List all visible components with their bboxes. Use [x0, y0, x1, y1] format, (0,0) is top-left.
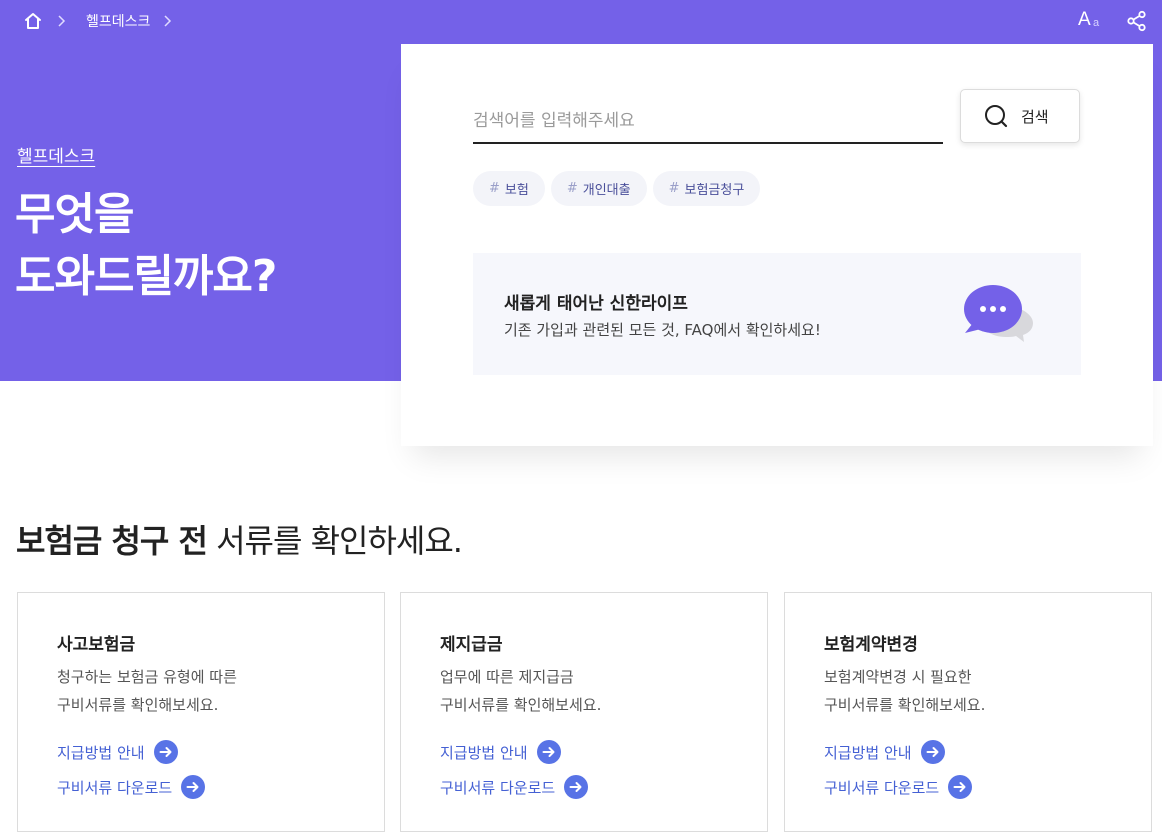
notice-description: 기존 가입과 관련된 모든 것, FAQ에서 확인하세요! [504, 321, 821, 339]
hashtag-symbol: # [668, 181, 680, 196]
page-title-line1: 무엇을 [15, 189, 134, 240]
breadcrumb[interactable]: 헬프데스크 [86, 11, 150, 31]
chevron-right-icon [58, 15, 66, 27]
payment-guide-link[interactable]: 지급방법 안내 [824, 740, 945, 764]
hashtag-item[interactable]: # 보험 [473, 171, 545, 206]
font-size-label-small: a [1093, 17, 1100, 29]
link-label: 구비서류 다운로드 [824, 778, 940, 797]
card-description-line: 구비서류를 확인해보세요. [824, 696, 986, 714]
card-title: 보험계약변경 [824, 635, 918, 655]
arrow-right-circle-icon [948, 775, 973, 799]
hero-label: 헬프데스크 [17, 147, 96, 167]
arrow-right-circle-icon [181, 775, 206, 799]
font-size-label-big: A [1078, 9, 1091, 30]
section-title-rest: 서류를 확인하세요. [206, 522, 463, 560]
link-label: 구비서류 다운로드 [57, 778, 173, 797]
section-title-bold: 보험금 청구 전 [16, 522, 208, 560]
link-label: 지급방법 안내 [824, 743, 912, 762]
search-button-label: 검색 [1021, 107, 1049, 126]
card-other-payments: 제지급금 업무에 따른 제지급금 구비서류를 확인해보세요. 지급방법 안내 구… [400, 592, 768, 832]
arrow-right-circle-icon [920, 740, 945, 764]
arrow-right-circle-icon [153, 740, 178, 764]
arrow-right-circle-icon [536, 740, 561, 764]
card-description-line: 구비서류를 확인해보세요. [57, 696, 219, 714]
search-icon [985, 105, 1008, 128]
card-description-line: 구비서류를 확인해보세요. [440, 696, 602, 714]
hashtag-symbol: # [489, 181, 500, 196]
link-label: 지급방법 안내 [57, 743, 145, 762]
page-title: 무엇을 도와드릴까요? [15, 184, 277, 308]
card-description-line: 보험계약변경 시 필요한 [824, 668, 972, 686]
hashtag-label: 보험 [504, 183, 529, 198]
arrow-right-circle-icon [564, 775, 589, 799]
document-download-link[interactable]: 구비서류 다운로드 [824, 775, 973, 799]
search-button[interactable]: 검색 [960, 89, 1080, 143]
page-title-line2: 도와드릴까요? [15, 251, 277, 302]
font-size-icon[interactable]: A a [1078, 9, 1104, 35]
section-title: 보험금 청구 전 서류를 확인하세요. [16, 516, 463, 562]
card-description: 청구하는 보험금 유형에 따른 구비서류를 확인해보세요. [57, 663, 237, 719]
hashtag-label: 보험금청구 [684, 183, 745, 198]
card-contract-change: 보험계약변경 보험계약변경 시 필요한 구비서류를 확인해보세요. 지급방법 안… [784, 592, 1152, 832]
notice-title: 새롭게 태어난 신한라이프 [504, 294, 688, 314]
search-panel: 검색 # 보험 # 개인대출 # 보험금청구 새롭게 태어난 신한라이프 기존 … [401, 44, 1153, 446]
payment-guide-link[interactable]: 지급방법 안내 [57, 740, 178, 764]
card-description-line: 업무에 따른 제지급금 [440, 668, 574, 686]
hashtag-item[interactable]: # 개인대출 [550, 171, 647, 206]
link-label: 지급방법 안내 [440, 743, 528, 762]
chevron-right-icon [164, 15, 172, 27]
hashtag-list: # 보험 # 개인대출 # 보험금청구 [473, 171, 761, 206]
hashtag-item[interactable]: # 보험금청구 [652, 171, 761, 206]
link-label: 구비서류 다운로드 [440, 778, 556, 797]
card-description: 보험계약변경 시 필요한 구비서류를 확인해보세요. [824, 663, 985, 719]
card-description-line: 청구하는 보험금 유형에 따른 [57, 668, 237, 686]
top-bar: 헬프데스크 A a [0, 0, 1162, 42]
faq-notice-banner[interactable]: 새롭게 태어난 신한라이프 기존 가입과 관련된 모든 것, FAQ에서 확인하… [473, 253, 1081, 375]
card-description: 업무에 따른 제지급금 구비서류를 확인해보세요. [440, 663, 601, 719]
chat-bubble-icon [964, 285, 1033, 342]
card-accident-insurance: 사고보험금 청구하는 보험금 유형에 따른 구비서류를 확인해보세요. 지급방법… [17, 592, 385, 832]
hashtag-symbol: # [566, 181, 578, 196]
share-icon[interactable] [1126, 10, 1148, 32]
card-title: 사고보험금 [57, 635, 136, 655]
document-download-link[interactable]: 구비서류 다운로드 [440, 775, 589, 799]
hashtag-label: 개인대출 [582, 183, 631, 198]
search-input[interactable] [473, 100, 943, 144]
home-icon[interactable] [22, 10, 44, 32]
card-title: 제지급금 [440, 635, 503, 655]
payment-guide-link[interactable]: 지급방법 안내 [440, 740, 561, 764]
document-download-link[interactable]: 구비서류 다운로드 [57, 775, 206, 799]
